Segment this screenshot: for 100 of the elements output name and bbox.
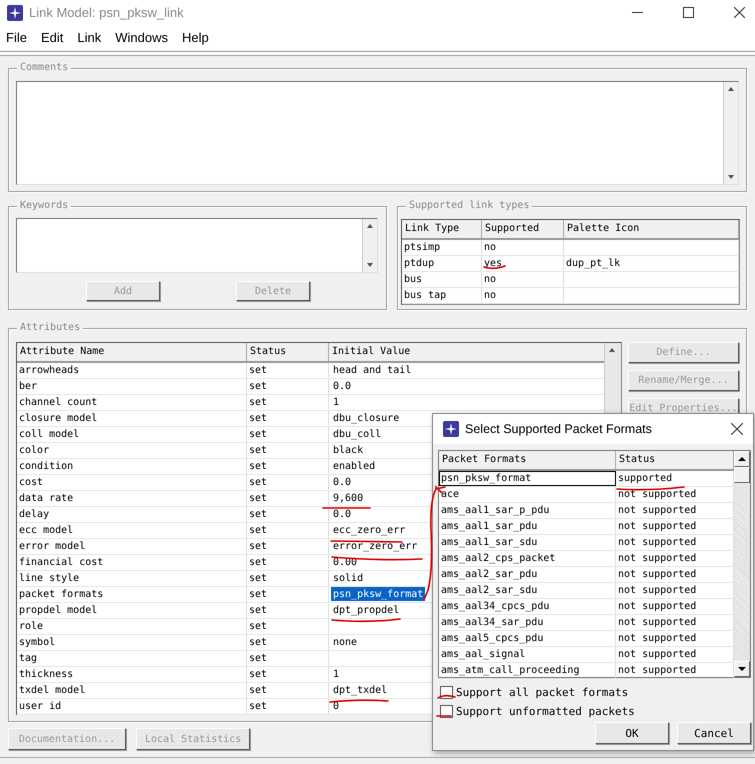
table-cell[interactable]: 0 (331, 699, 342, 713)
underline-mark (437, 694, 456, 699)
table-cell: no (482, 272, 564, 287)
column-header[interactable]: Palette Icon (564, 220, 739, 238)
table-cell[interactable]: solid (331, 571, 366, 585)
table-cell[interactable]: dbu_closure (331, 411, 402, 425)
list-item[interactable]: ams_aal1_sar_p_pdu (439, 503, 616, 518)
table-cell[interactable]: black (331, 443, 366, 457)
table-cell: tag (17, 651, 247, 666)
app-icon (443, 421, 459, 437)
dialog-button[interactable]: Cancel (677, 722, 751, 744)
dialog-button[interactable]: OK (595, 722, 669, 744)
table-cell: set (247, 395, 329, 410)
table-cell: set (247, 651, 329, 666)
scrollbar[interactable] (734, 451, 750, 677)
table-cell[interactable]: 0.0 (331, 475, 354, 489)
table-cell: user id (17, 699, 247, 714)
table-cell[interactable]: dpt_propdel (331, 603, 402, 617)
scroll-down-icon[interactable] (734, 661, 750, 677)
table-cell: error model (17, 539, 247, 554)
table-cell: set (247, 459, 329, 474)
list-item[interactable]: psn_pksw_format (439, 471, 616, 486)
column-header[interactable]: Supported (482, 220, 564, 238)
list-item[interactable]: ams_atm_call_proceeding (439, 663, 616, 678)
table-cell: data rate (17, 491, 247, 506)
list-item[interactable]: ams_aal1_sar_pdu (439, 519, 616, 534)
scrollbar[interactable] (723, 82, 738, 184)
table-cell: ber (17, 379, 247, 394)
table-cell[interactable]: head and tail (331, 363, 414, 377)
table-cell[interactable]: 1 (331, 395, 342, 409)
table-cell: cost (17, 475, 247, 490)
table-cell: set (247, 523, 329, 538)
table-cell: delay (17, 507, 247, 522)
table-cell: set (247, 475, 329, 490)
list-item[interactable]: ace (439, 487, 616, 502)
table-cell: set (247, 427, 329, 442)
menu-item[interactable]: Windows (115, 30, 168, 45)
table-cell: symbol (17, 635, 247, 650)
column-header[interactable]: Packet Formats (439, 451, 616, 469)
table-cell: set (247, 443, 329, 458)
group-label: Keywords (17, 200, 72, 212)
table-cell: set (247, 363, 329, 378)
keywords-field[interactable] (16, 218, 378, 273)
app-icon (7, 4, 23, 20)
table-cell: ptsimp (402, 240, 482, 255)
menu-item[interactable]: File (6, 30, 27, 45)
menu-item[interactable]: Help (182, 30, 209, 45)
table-cell[interactable]: enabled (331, 459, 378, 473)
column-header[interactable]: Link Type (402, 220, 482, 238)
comments-field[interactable] (16, 81, 739, 185)
table-cell[interactable]: 0.0 (331, 379, 354, 393)
table-cell: set (247, 379, 329, 394)
table-cell: set (247, 699, 329, 714)
close-icon[interactable] (731, 423, 743, 435)
minimize-icon[interactable] (632, 12, 643, 14)
column-header[interactable]: Attribute Name (17, 343, 247, 361)
list-item[interactable]: ams_aal_signal (439, 647, 616, 662)
close-icon[interactable] (734, 7, 745, 18)
list-item[interactable]: ams_aal5_cpcs_pdu (439, 631, 616, 646)
table-cell[interactable]: dpt_txdel (331, 683, 390, 697)
table-cell: txdel model (17, 683, 247, 698)
menu-item[interactable]: Link (77, 30, 102, 45)
table-cell: closure model (17, 411, 247, 426)
table-cell: color (17, 443, 247, 458)
menu-item[interactable]: Edit (40, 30, 64, 45)
table-cell[interactable]: none (331, 635, 360, 649)
list-item[interactable]: ams_aal2_cps_packet (439, 551, 616, 566)
underline-mark (331, 618, 401, 622)
table-cell: set (247, 587, 329, 602)
scroll-thumb[interactable] (734, 467, 750, 483)
list-item[interactable]: ams_aal34_sar_pdu (439, 615, 616, 630)
table-cell: set (247, 507, 329, 522)
table-cell[interactable]: 1 (331, 667, 342, 681)
table-cell: yes (482, 256, 564, 271)
table-cell: bus tap (402, 288, 482, 303)
underline-mark (329, 699, 389, 703)
maximize-icon[interactable] (683, 7, 694, 18)
list-item[interactable]: ams_aal2_sar_sdu (439, 583, 616, 598)
table-cell[interactable]: psn_pksw_format (331, 587, 426, 601)
table-cell[interactable]: error_zero_err (331, 539, 420, 553)
table-cell: arrowheads (17, 363, 247, 378)
table-cell: dup_pt_lk (564, 256, 739, 271)
table-cell[interactable]: dbu_coll (331, 427, 384, 441)
table-cell[interactable]: 9,600 (331, 491, 366, 505)
column-header[interactable]: Status (247, 343, 329, 361)
list-item[interactable]: ams_aal2_sar_pdu (439, 567, 616, 582)
scrollbar[interactable] (362, 219, 377, 272)
scroll-up-icon[interactable] (734, 451, 750, 467)
table-cell: condition (17, 459, 247, 474)
window-title: Link Model: psn_pksw_link (29, 5, 185, 20)
table-cell: set (247, 635, 329, 650)
table-cell[interactable]: ecc_zero_err (331, 523, 408, 537)
table-cell[interactable]: 0.0 (331, 507, 354, 521)
table-cell: thickness (17, 667, 247, 682)
list-item[interactable]: ams_aal34_cpcs_pdu (439, 599, 616, 614)
checkbox-label[interactable]: Support unformatted packets (456, 704, 635, 718)
list-item[interactable]: ams_aal1_sar_sdu (439, 535, 616, 550)
table-cell: set (247, 683, 329, 698)
table-cell: set (247, 491, 329, 506)
checkbox-label[interactable]: Support all packet formats (456, 686, 628, 698)
